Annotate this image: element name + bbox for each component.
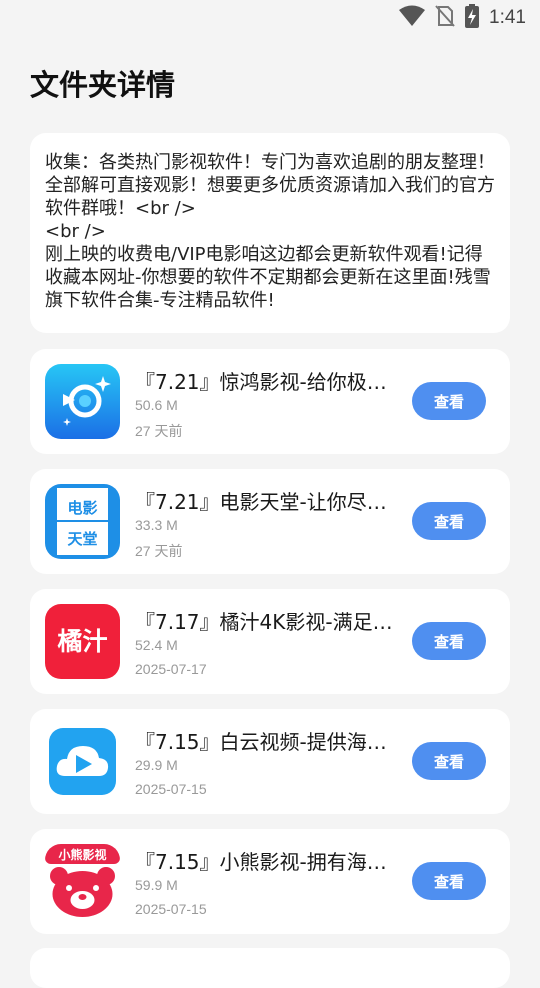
no-sim-icon [435, 5, 455, 31]
app-title: 『7.21』惊鸿影视-给你极… [135, 370, 387, 394]
battery-charging-icon [465, 4, 480, 32]
app-date: 2025-07-15 [135, 781, 207, 797]
view-button[interactable]: 查看 [412, 382, 486, 420]
app-title: 『7.15』小熊影视-拥有海… [135, 850, 387, 874]
folder-description: 收集：各类热门影视软件！专门为喜欢追剧的朋友整理！全部解可直接观影！想要更多优质… [30, 133, 510, 333]
xiaoxiong-app-icon: 小熊影视 [45, 844, 120, 919]
app-date: 2025-07-17 [135, 661, 207, 677]
app-size: 52.4 M [135, 637, 178, 653]
app-size: 50.6 M [135, 397, 178, 413]
app-size: 33.3 M [135, 517, 178, 533]
dianying-tiantang-app-icon: 电影 天堂 [45, 484, 120, 559]
jinghong-app-icon [45, 364, 120, 439]
app-size: 59.9 M [135, 877, 178, 893]
list-item-app-2[interactable]: 电影 天堂 『7.21』电影天堂-让你尽… 33.3 M 27 天前 查看 [30, 469, 510, 574]
icon-label: 电影 [67, 499, 97, 517]
app-title: 『7.21』电影天堂-让你尽… [135, 490, 387, 514]
wifi-icon [399, 5, 426, 31]
list-item-app-1[interactable]: 『7.21』惊鸿影视-给你极… 50.6 M 27 天前 查看 [30, 349, 510, 454]
icon-label: 橘汁 [57, 627, 107, 656]
view-button[interactable]: 查看 [412, 862, 486, 900]
app-title: 『7.17』橘汁4K影视-满足… [135, 610, 393, 634]
app-title: 『7.15』白云视频-提供海… [135, 730, 387, 754]
list-item-app-5[interactable]: 小熊影视 『7.15』小熊影视-拥有海… 59.9 M 2025-07-15 查… [30, 829, 510, 934]
icon-label: 小熊影视 [58, 847, 106, 862]
app-date: 27 天前 [135, 423, 183, 439]
status-bar: 1:41 [0, 0, 540, 36]
page-title: 文件夹详情 [30, 68, 176, 102]
app-date: 27 天前 [135, 543, 183, 559]
baiyun-app-icon [45, 724, 120, 799]
list-item-app-3[interactable]: 橘汁 『7.17』橘汁4K影视-满足… 52.4 M 2025-07-17 查看 [30, 589, 510, 694]
view-button[interactable]: 查看 [412, 502, 486, 540]
clock: 1:41 [489, 7, 526, 28]
view-button[interactable]: 查看 [412, 622, 486, 660]
app-date: 2025-07-15 [135, 901, 207, 917]
view-button[interactable]: 查看 [412, 742, 486, 780]
app-size: 29.9 M [135, 757, 178, 773]
juzhi-app-icon: 橘汁 [45, 604, 120, 679]
list-item-partial[interactable] [30, 948, 510, 988]
icon-label: 天堂 [67, 530, 97, 548]
list-item-app-4[interactable]: 『7.15』白云视频-提供海… 29.9 M 2025-07-15 查看 [30, 709, 510, 814]
